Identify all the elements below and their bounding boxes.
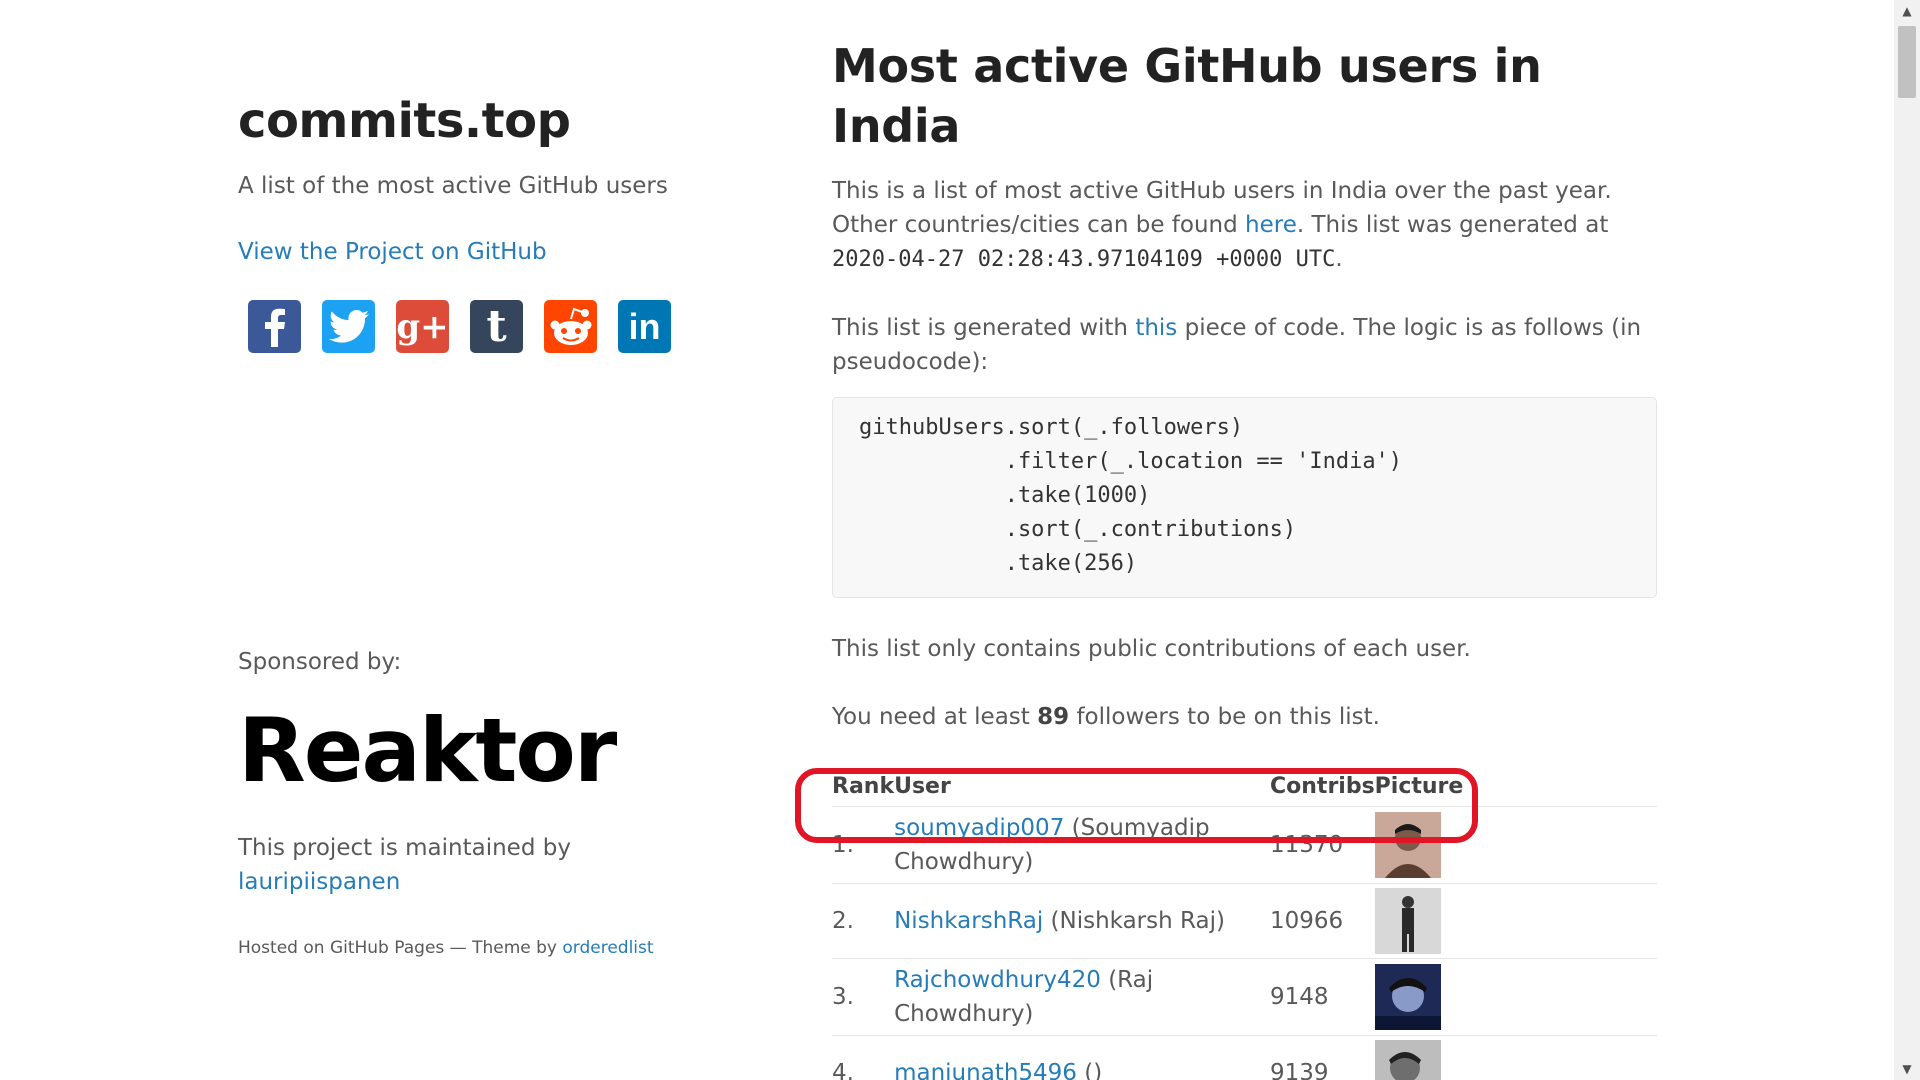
tumblr-icon[interactable]: t (470, 300, 523, 353)
logic-paragraph: This list is generated with this piece o… (832, 311, 1657, 379)
username-link[interactable]: soumyadip007 (894, 815, 1064, 841)
username-link[interactable]: Rajchowdhury420 (894, 967, 1101, 993)
avatar[interactable] (1374, 887, 1441, 954)
reddit-icon[interactable] (544, 300, 597, 353)
followers-text-1: You need at least (832, 704, 1038, 730)
sponsored-label: Sponsored by: (238, 649, 402, 675)
header-rank: Rank (832, 772, 895, 807)
contribs-cell: 9139 (1270, 1035, 1375, 1080)
code-line: githubUsers.sort(_.followers) (859, 415, 1244, 440)
table-header-row: Rank User Contribs Picture (832, 772, 1657, 807)
maintainer-note: This project is maintained by lauripiisp… (238, 831, 638, 899)
followers-min: 89 (1037, 704, 1070, 730)
code-link[interactable]: this (1135, 315, 1177, 341)
view-project-link[interactable]: View the Project on GitHub (238, 236, 718, 268)
maintained-text: This project is maintained by (238, 835, 571, 861)
username-link[interactable]: NishkarshRaj (894, 908, 1043, 934)
users-table: Rank User Contribs Picture 1. soumyadip0… (832, 772, 1657, 1080)
maintainer-link[interactable]: lauripiispanen (238, 869, 400, 895)
code-line: .sort(_.contributions) (859, 517, 1297, 542)
countries-link[interactable]: here (1245, 212, 1297, 238)
page-title: Most active GitHub users in India (832, 39, 1542, 153)
avatar[interactable] (1374, 963, 1441, 1030)
google-plus-icon[interactable]: g+ (396, 300, 449, 353)
fullname: (Nishkarsh Raj) (1043, 907, 1225, 934)
contribs-cell: 9148 (1270, 958, 1375, 1036)
reaktor-logo[interactable]: Reaktor (238, 706, 617, 796)
share-buttons: g+ t in (248, 300, 718, 353)
logic-text-1: This list is generated with (832, 315, 1136, 341)
main-content: Most active GitHub users in India This i… (832, 36, 1657, 1080)
followers-note: You need at least 89 followers to be on … (832, 700, 1657, 734)
followers-text-2: followers to be on this list. (1069, 704, 1380, 730)
table-row: 2. NishkarshRaj (Nishkarsh Raj) 10966 (832, 883, 1657, 959)
user-cell: Rajchowdhury420 (Raj Chowdhury) (894, 958, 1270, 1036)
hosted-note: Hosted on GitHub Pages — Theme by ordere… (238, 936, 654, 960)
scrollbar[interactable]: ▲ ▼ (1894, 0, 1920, 1080)
theme-link[interactable]: orderedlist (562, 938, 653, 958)
scroll-up-arrow-icon[interactable]: ▲ (1894, 0, 1920, 22)
sidebar: commits.top A list of the most active Gi… (238, 90, 718, 353)
avatar[interactable] (1374, 1039, 1441, 1080)
intro-text-2: . This list was generated at (1296, 212, 1609, 238)
picture-cell (1374, 883, 1657, 959)
code-line: .take(256) (859, 551, 1138, 576)
twitter-icon[interactable] (322, 300, 375, 353)
user-cell: manjunath5496 () (894, 1035, 1270, 1080)
code-line: .take(1000) (859, 483, 1151, 508)
username-link[interactable]: manjunath5496 (894, 1060, 1077, 1080)
generated-timestamp: 2020-04-27 02:28:43.97104109 +0000 UTC (832, 247, 1336, 272)
code-block: githubUsers.sort(_.followers) .filter(_.… (832, 397, 1657, 598)
contribs-cell: 10966 (1270, 883, 1375, 959)
rank-cell: 1. (832, 806, 895, 884)
fullname: () (1076, 1059, 1103, 1080)
rank-cell: 3. (832, 958, 895, 1036)
linkedin-icon[interactable]: in (618, 300, 671, 353)
code-line: .filter(_.location == 'India') (859, 449, 1403, 474)
contribs-cell: 11370 (1270, 806, 1375, 884)
header-picture: Picture (1374, 772, 1657, 807)
public-note: This list only contains public contribut… (832, 636, 1471, 662)
intro-text-3: . (1335, 246, 1343, 272)
table-row: 1. soumyadip007 (Soumyadip Chowdhury) 11… (832, 806, 1657, 884)
picture-cell (1374, 958, 1657, 1036)
rank-cell: 2. (832, 883, 895, 959)
rank-cell: 4. (832, 1035, 895, 1080)
table-row: 3. Rajchowdhury420 (Raj Chowdhury) 9148 (832, 958, 1657, 1036)
header-user: User (894, 772, 1270, 807)
scroll-down-arrow-icon[interactable]: ▼ (1894, 1058, 1920, 1080)
header-contribs: Contribs (1270, 772, 1375, 807)
site-description: A list of the most active GitHub users (238, 173, 668, 199)
scroll-thumb[interactable] (1898, 26, 1916, 98)
picture-cell (1374, 1035, 1657, 1080)
facebook-icon[interactable] (248, 300, 301, 353)
picture-cell (1374, 806, 1657, 884)
site-title[interactable]: commits.top (238, 90, 718, 152)
table-row: 4. manjunath5496 () 9139 (832, 1035, 1657, 1080)
intro-paragraph: This is a list of most active GitHub use… (832, 174, 1657, 277)
user-cell: NishkarshRaj (Nishkarsh Raj) (894, 883, 1270, 959)
avatar[interactable] (1374, 811, 1441, 878)
user-cell: soumyadip007 (Soumyadip Chowdhury) (894, 806, 1270, 884)
hosted-text: Hosted on GitHub Pages — Theme by (238, 938, 557, 958)
